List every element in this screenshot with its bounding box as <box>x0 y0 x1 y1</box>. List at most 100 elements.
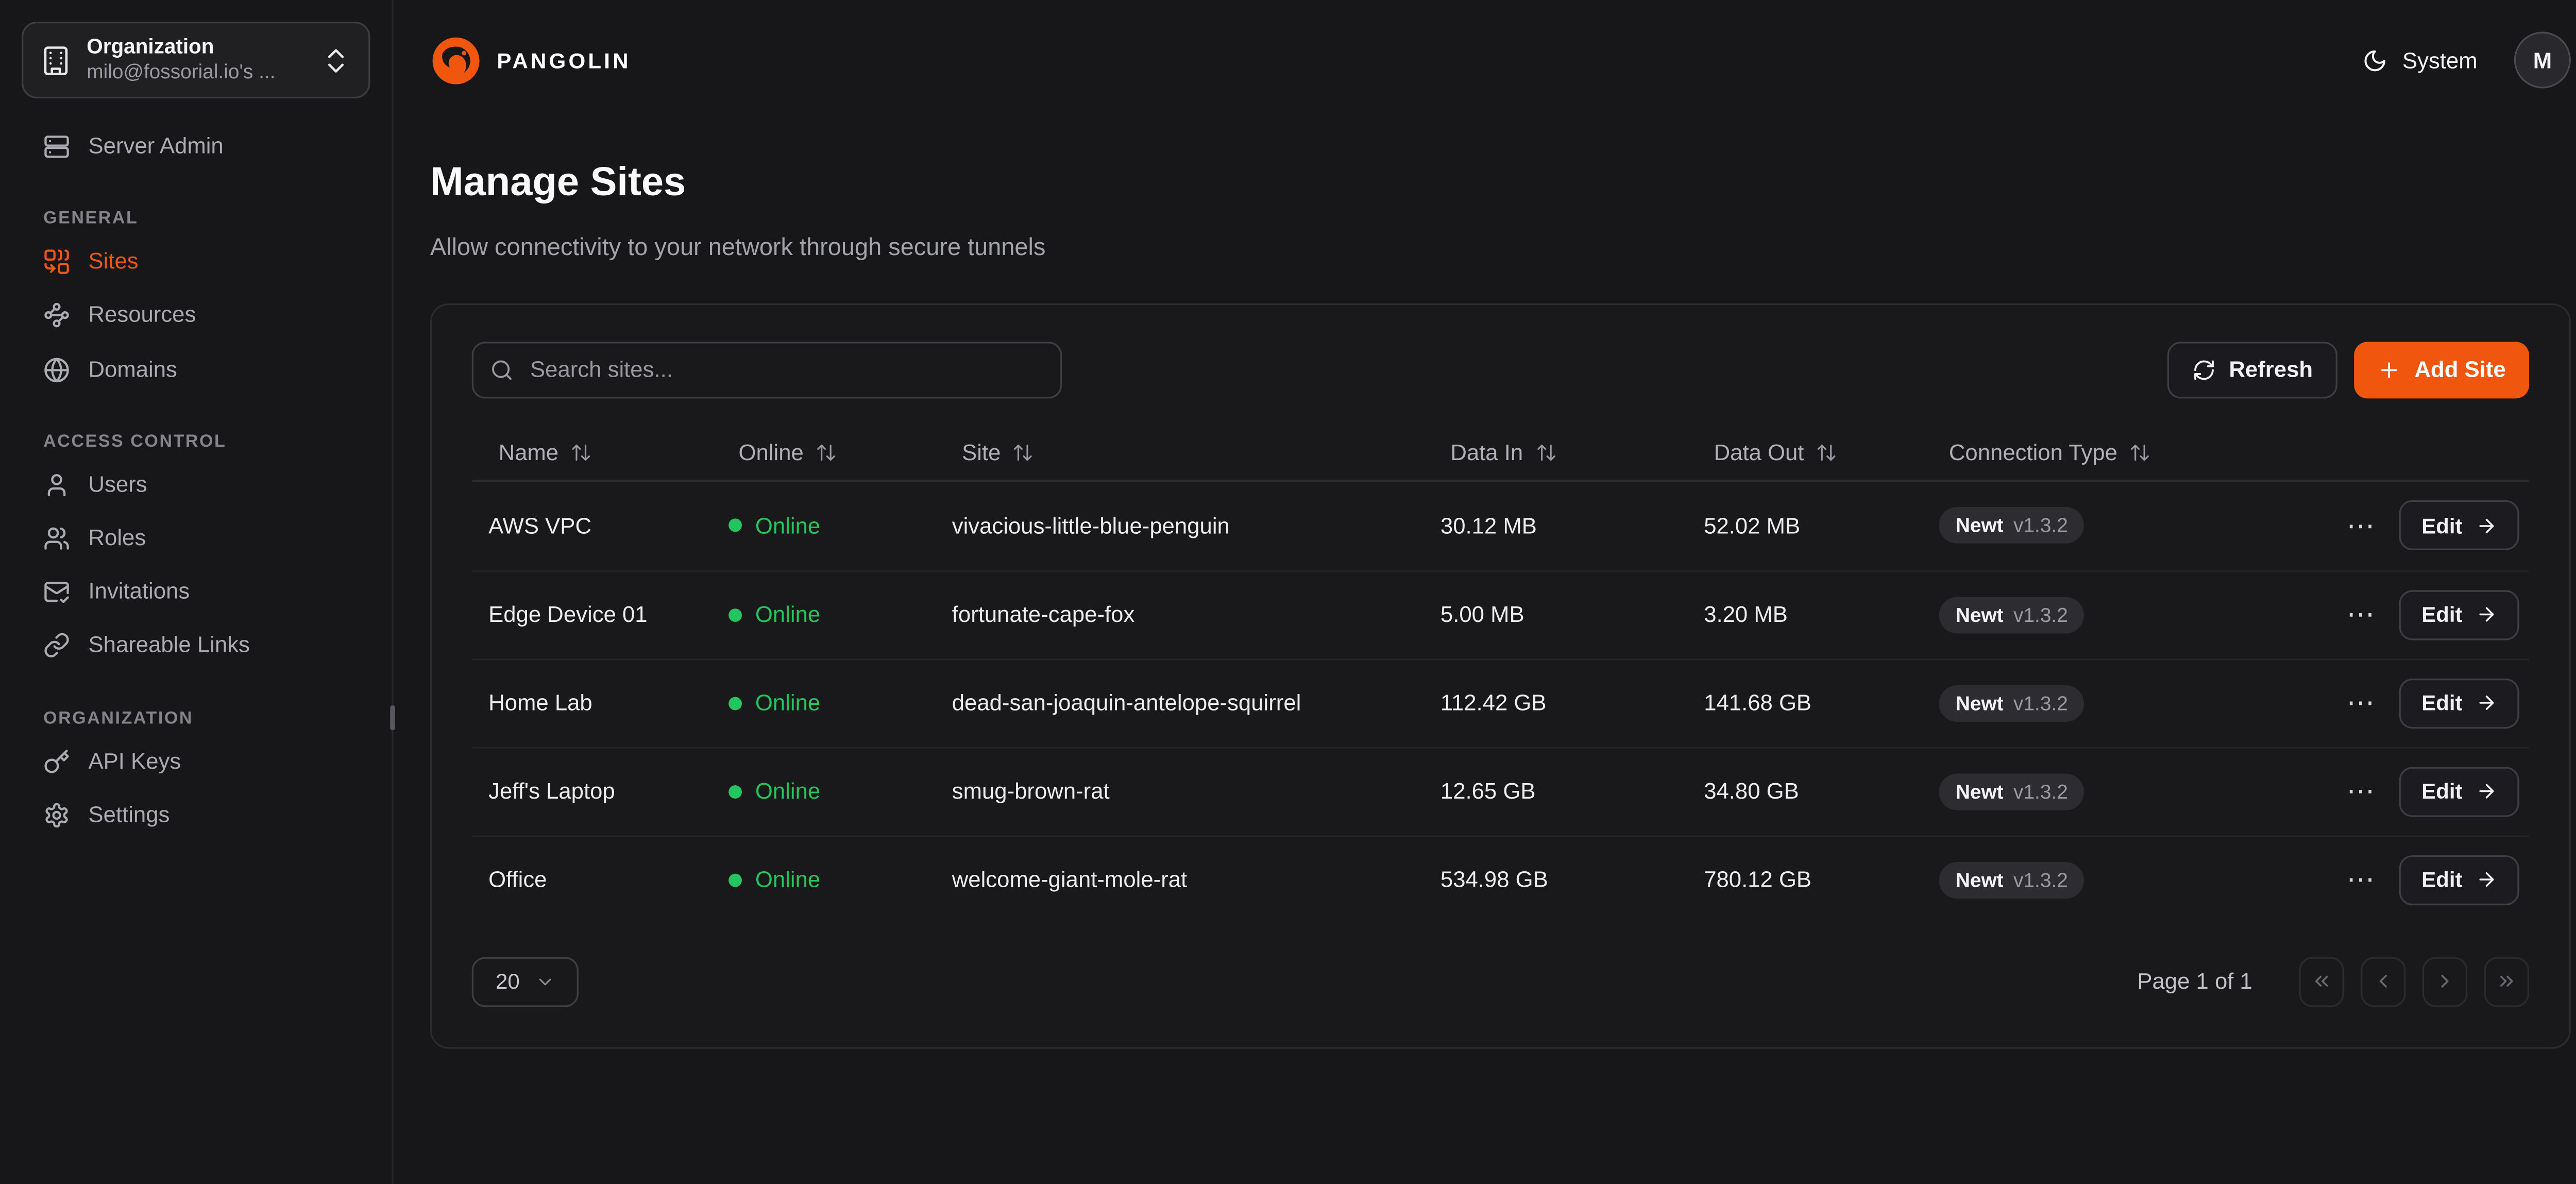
column-header-label: Name <box>499 440 559 465</box>
sidebar-item-label: Domains <box>89 356 177 383</box>
sidebar-item-sites[interactable]: Sites <box>22 235 370 289</box>
connection-type-version: v1.3.2 <box>2013 514 2068 537</box>
online-dot-icon <box>728 697 742 710</box>
cell-data-in: 12.65 GB <box>1424 779 1687 804</box>
sidebar-item-invitations[interactable]: Invitations <box>22 565 370 619</box>
row-menu-button[interactable]: ⋯ <box>2346 866 2376 894</box>
sidebar-item-users[interactable]: Users <box>22 458 370 512</box>
cell-site: vivacious-little-blue-penguin <box>935 513 1423 538</box>
column-header-data-in[interactable]: Data In <box>1424 440 1687 465</box>
search-box[interactable] <box>472 342 1062 398</box>
edit-button[interactable]: Edit <box>2400 767 2519 817</box>
cell-online-status: Online <box>712 779 936 804</box>
theme-toggle[interactable]: System <box>2362 47 2477 73</box>
sidebar-sections: GENERALSitesResourcesDomainsACCESS CONTR… <box>22 209 370 842</box>
column-header-label: Data Out <box>1714 440 1804 465</box>
cell-site: dead-san-joaquin-antelope-squirrel <box>935 691 1423 716</box>
search-input[interactable] <box>527 356 1044 384</box>
sidebar-item-api-keys[interactable]: API Keys <box>22 734 370 788</box>
connection-type-badge: Newt v1.3.2 <box>1939 773 2084 810</box>
cell-data-out: 141.68 GB <box>1687 691 1922 716</box>
edit-button-label: Edit <box>2421 691 2462 716</box>
last-page-button[interactable] <box>2484 957 2529 1007</box>
sidebar-item-label: Settings <box>89 802 170 828</box>
row-menu-button[interactable]: ⋯ <box>2346 601 2376 629</box>
table-row: AWS VPCOnlinevivacious-little-blue-pengu… <box>472 482 2529 570</box>
arrow-right-icon <box>2476 869 2497 891</box>
column-header-data-out[interactable]: Data Out <box>1687 440 1922 465</box>
sidebar-item-label: Roles <box>89 525 146 552</box>
sidebar-section-label: ACCESS CONTROL <box>22 431 370 451</box>
cell-data-in: 112.42 GB <box>1424 691 1687 716</box>
sidebar-item-domains[interactable]: Domains <box>22 343 370 396</box>
cell-site: smug-brown-rat <box>935 779 1423 804</box>
first-page-button[interactable] <box>2299 957 2344 1007</box>
edit-button[interactable]: Edit <box>2400 679 2519 729</box>
edit-button[interactable]: Edit <box>2400 501 2519 551</box>
column-header-site[interactable]: Site <box>935 440 1423 465</box>
row-menu-button[interactable]: ⋯ <box>2346 689 2376 718</box>
connection-type-name: Newt <box>1956 780 2004 803</box>
moon-icon <box>2362 47 2387 73</box>
connection-type-name: Newt <box>1956 514 2004 537</box>
edit-button[interactable]: Edit <box>2400 855 2519 905</box>
table-header-row: Name OnlineSiteData In Data Out Connection … <box>472 425 2529 482</box>
sidebar-item-shareable-links[interactable]: Shareable Links <box>22 619 370 673</box>
cell-actions: ⋯ Edit <box>2309 679 2529 729</box>
link-icon <box>43 633 70 659</box>
pagination: 20 Page 1 of 1 <box>472 957 2529 1007</box>
connection-type-name: Newt <box>1956 603 2004 627</box>
page-title: Manage Sites <box>430 160 2571 208</box>
top-bar-right: System M <box>2362 31 2571 88</box>
brand-name: PANGOLIN <box>497 47 631 73</box>
cell-data-in: 534.98 GB <box>1424 868 1687 893</box>
server-icon <box>43 133 70 160</box>
org-selector-texts: Organization milo@fossorial.io's ... <box>87 36 305 84</box>
brand: PANGOLIN <box>430 34 631 86</box>
sort-icon <box>570 442 592 463</box>
refresh-button[interactable]: Refresh <box>2167 342 2338 398</box>
page-size-value: 20 <box>496 969 520 994</box>
column-header-online[interactable]: Online <box>712 440 936 465</box>
theme-toggle-label: System <box>2402 47 2478 73</box>
avatar[interactable]: M <box>2514 31 2571 88</box>
sidebar-item-label: Invitations <box>89 579 190 605</box>
sort-icon <box>816 442 837 463</box>
prev-page-button[interactable] <box>2361 957 2405 1007</box>
online-status-label: Online <box>755 868 820 893</box>
row-menu-button[interactable]: ⋯ <box>2346 777 2376 806</box>
sidebar-item-server-admin[interactable]: Server Admin <box>22 120 370 174</box>
toolbar-buttons: Refresh Add Site <box>2167 342 2529 398</box>
cell-data-out: 3.20 MB <box>1687 602 1922 628</box>
connection-type-version: v1.3.2 <box>2013 780 2068 803</box>
cell-online-status: Online <box>712 513 936 538</box>
search-icon <box>490 358 513 381</box>
next-page-button[interactable] <box>2422 957 2467 1007</box>
sort-icon <box>1012 442 1034 463</box>
connection-type-badge: Newtv1.3.2 <box>1939 597 2084 633</box>
page-size-select[interactable]: 20 <box>472 957 579 1007</box>
page-info: Page 1 of 1 <box>2137 969 2252 994</box>
edit-button[interactable]: Edit <box>2400 590 2519 640</box>
org-selector-value: milo@fossorial.io's ... <box>87 62 305 84</box>
sidebar-item-roles[interactable]: Roles <box>22 512 370 565</box>
column-header-label: Connection Type <box>1949 440 2117 465</box>
online-dot-icon <box>728 519 742 533</box>
sidebar-section-label: ORGANIZATION <box>22 708 370 728</box>
org-selector[interactable]: Organization milo@fossorial.io's ... <box>22 22 370 98</box>
sidebar-item-settings[interactable]: Settings <box>22 788 370 842</box>
online-status-label: Online <box>755 779 820 804</box>
sidebar-item-resources[interactable]: Resources <box>22 289 370 343</box>
cell-actions: ⋯ Edit <box>2309 590 2529 640</box>
arrow-right-icon <box>2476 781 2497 803</box>
row-menu-button[interactable]: ⋯ <box>2346 512 2376 540</box>
sort-icon <box>1535 442 1556 463</box>
cell-data-in: 5.00 MB <box>1424 602 1687 628</box>
edit-button-label: Edit <box>2421 779 2462 804</box>
edit-button-label: Edit <box>2421 868 2462 893</box>
add-site-button[interactable]: Add Site <box>2354 342 2529 398</box>
column-header-name[interactable]: Name <box>472 440 712 465</box>
sidebar-resize-handle[interactable] <box>390 705 395 731</box>
column-header-connection-type[interactable]: Connection Type <box>1922 440 2309 465</box>
resources-icon <box>43 302 70 329</box>
